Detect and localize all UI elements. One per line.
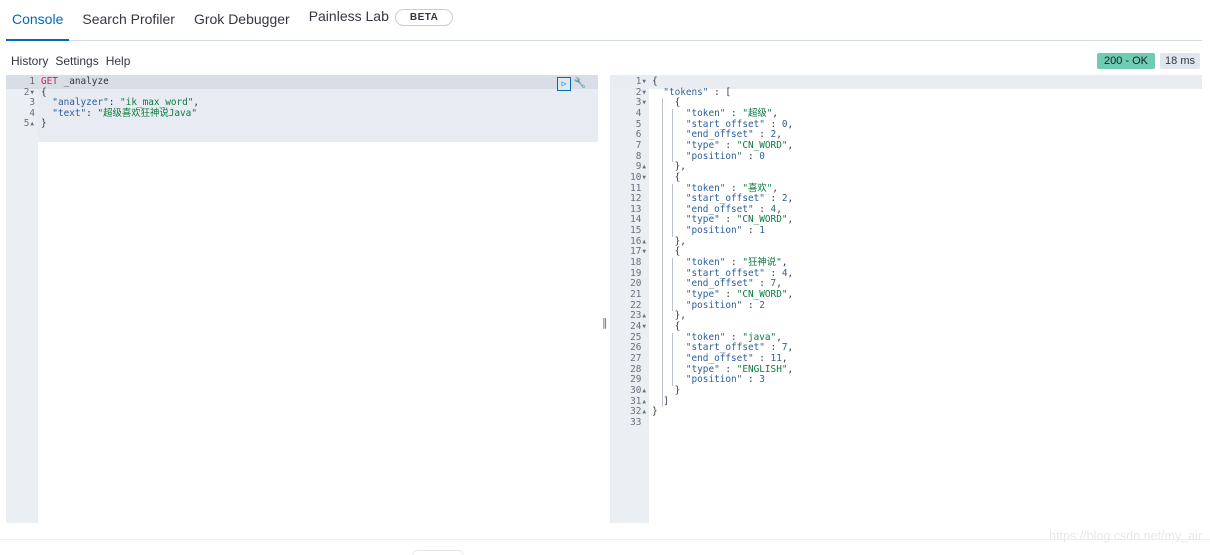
indent-guide	[672, 183, 673, 237]
response-status: 200 - OK 18 ms	[1097, 53, 1200, 69]
response-code-line: {	[652, 320, 681, 332]
settings-link[interactable]: Settings	[55, 54, 98, 68]
http-method: GET	[41, 76, 58, 87]
request-actions: ▷ 🔧	[557, 77, 587, 91]
response-line-number: 7	[635, 139, 647, 151]
request-gutter	[6, 75, 38, 523]
response-editor[interactable]: 1▾{2▾ "tokens" : [3▾ {4 "token" : "超级", 5…	[610, 75, 1202, 523]
response-code-line: }	[652, 406, 658, 418]
json-key: "text"	[52, 107, 87, 119]
response-code-line: {	[652, 76, 658, 87]
response-line-number: 33	[630, 416, 647, 428]
request-line-number: 5▴	[23, 118, 35, 130]
request-editor[interactable]: ▷ 🔧 1 GET _analyze 2▾{3 "analyzer": "ik_m…	[6, 75, 598, 523]
request-code-line: GET _analyze	[41, 76, 109, 88]
response-code-line: }	[652, 384, 681, 396]
response-line-number: 1▾	[635, 76, 647, 87]
json-key: "analyzer"	[52, 97, 109, 109]
watermark: https://blog.csdn.net/my_air	[1049, 529, 1202, 543]
response-line-number: 27	[630, 352, 647, 364]
response-line-number: 21	[630, 289, 647, 300]
response-time-badge: 18 ms	[1160, 53, 1200, 69]
json-value: "超级喜欢狂神说Java"	[97, 107, 197, 119]
play-icon[interactable]: ▷	[557, 77, 571, 91]
beta-badge: BETA	[394, 9, 454, 26]
response-line-number: 30▴	[630, 384, 647, 396]
request-path: _analyze	[57, 76, 109, 87]
request-code-line: }	[41, 118, 47, 130]
pane-resizer[interactable]: ‖	[602, 316, 608, 329]
tab-painless-lab-label: Painless Lab	[308, 8, 389, 24]
indent-guide	[672, 258, 673, 312]
response-line-number: 4	[635, 107, 647, 119]
response-line-number: 10▾	[630, 171, 647, 183]
tab-painless-lab[interactable]: Painless Lab BETA	[303, 8, 460, 40]
top-tabs: Console Search Profiler Grok Debugger Pa…	[6, 0, 1202, 41]
status-code-badge: 200 - OK	[1097, 53, 1156, 69]
help-link[interactable]: Help	[106, 54, 131, 68]
indent-guide	[672, 332, 673, 386]
console-toolbar: History Settings Help	[11, 54, 130, 68]
tab-search-profiler[interactable]: Search Profiler	[76, 11, 181, 40]
wrench-icon[interactable]: 🔧	[573, 77, 587, 91]
indent-guide	[672, 108, 673, 163]
history-link[interactable]: History	[11, 54, 48, 68]
request-line-number: 1	[29, 76, 35, 87]
tab-grok-debugger[interactable]: Grok Debugger	[188, 11, 296, 40]
request-code-line: "text": "超级喜欢狂神说Java"	[52, 107, 197, 119]
response-line-number: 24▾	[630, 320, 647, 332]
response-code-line: {	[652, 171, 681, 183]
tab-console[interactable]: Console	[6, 11, 70, 41]
json-value: "ik_max_word"	[120, 97, 194, 109]
bottom-bar	[0, 539, 1210, 555]
bottom-pill	[412, 550, 464, 555]
indent-guide	[662, 98, 663, 408]
